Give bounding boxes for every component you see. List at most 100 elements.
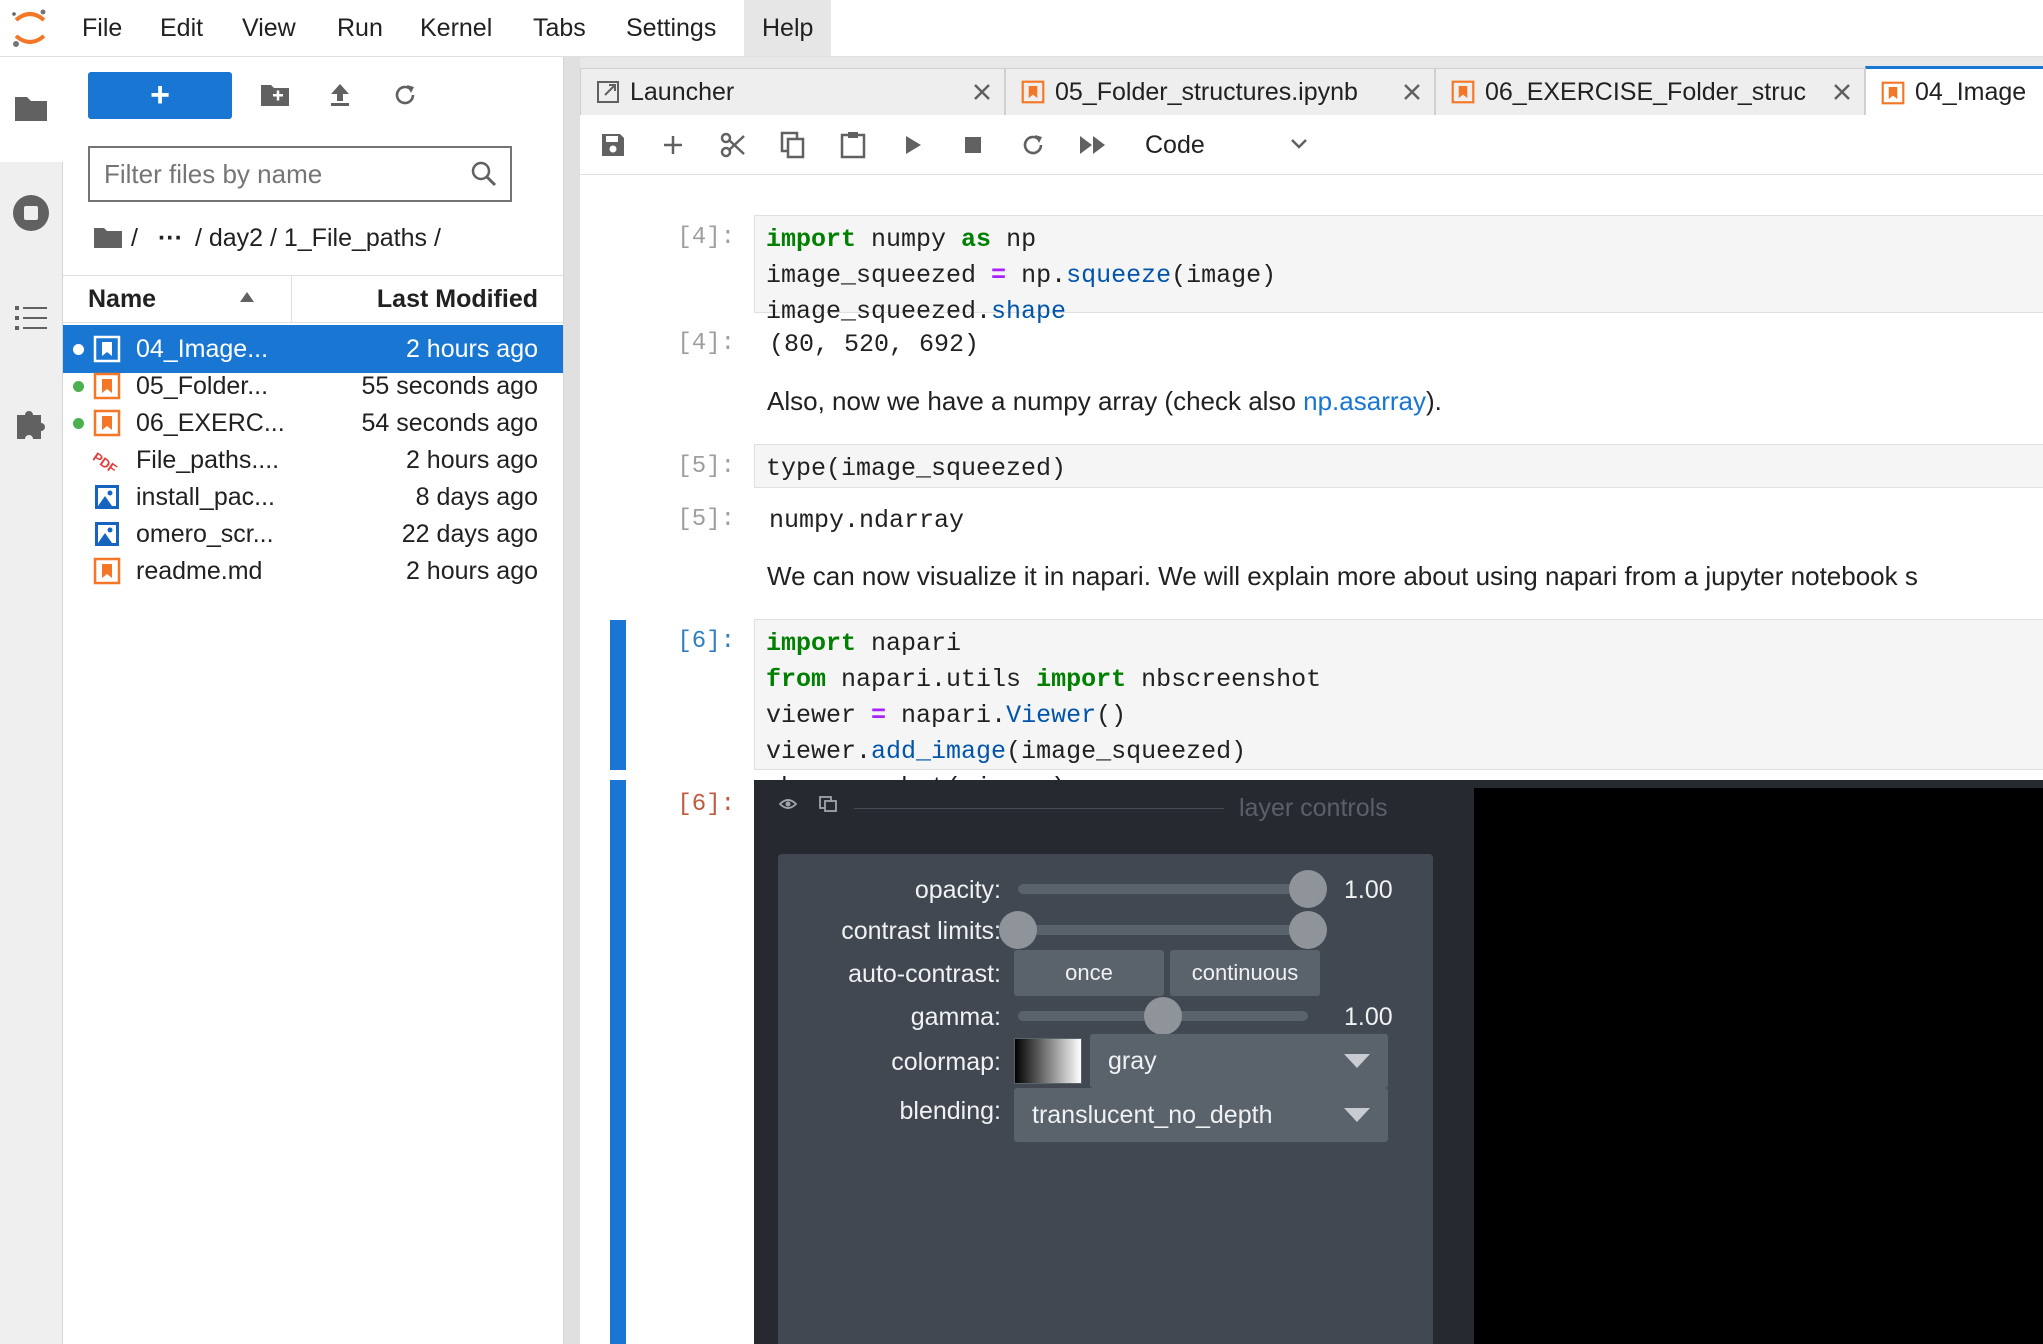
tab-06-exercise[interactable]: 06_EXERCISE_Folder_struc [1435,68,1865,115]
tab-05-folder-structures[interactable]: 05_Folder_structures.ipynb [1005,68,1435,115]
launcher-icon [597,81,619,103]
column-last-modified[interactable]: Last Modified [377,276,538,322]
file-modified: 2 hours ago [405,557,538,585]
close-icon[interactable] [1402,82,1422,102]
panel-splitter[interactable] [564,57,580,1344]
code-line: import numpy as np [766,225,1037,254]
tab-04-image[interactable]: 04_Image [1865,66,2043,116]
close-icon[interactable] [1832,82,1852,102]
contrast-limits-label: contrast limits: [841,917,1001,945]
save-icon [602,134,624,156]
auto-contrast-continuous-button[interactable]: continuous [1170,950,1320,996]
menu-edit[interactable]: Edit [142,0,221,56]
output-prompt: [5]: [677,506,735,533]
fast-forward-icon [1080,136,1105,154]
gamma-label: gamma: [910,1003,1001,1031]
new-folder-icon [261,85,289,106]
colormap-dropdown[interactable]: gray [1090,1034,1388,1088]
contrast-limits-slider[interactable] [1018,925,1308,935]
eye-icon [778,799,798,809]
copy-button[interactable] [775,127,811,163]
code-line: from napari.utils import nbscreenshot [766,665,1322,694]
main-area: Launcher 05_Folder_structures.ipynb 06_E… [580,57,2043,1344]
file-list-header: Name Last Modified [63,275,563,323]
layer-controls-header: layer controls [754,780,1474,836]
column-name[interactable]: Name [88,276,156,322]
insert-cell-button[interactable] [655,127,691,163]
plus-icon: + [150,76,170,114]
input-prompt: [4]: [677,224,735,251]
gamma-slider-handle[interactable] [1144,997,1182,1035]
cut-button[interactable] [715,127,751,163]
auto-contrast-label: auto-contrast: [848,960,1001,988]
cell-type-dropdown[interactable]: Code [1145,125,1325,165]
interrupt-button[interactable] [955,127,991,163]
jupyter-logo [8,6,52,50]
menu-bar: File Edit View Run Kernel Tabs Settings … [0,0,2043,57]
paste-button[interactable] [835,127,871,163]
file-browser: + / ··· / day2 / 1_File_paths / Name Las… [63,57,564,1344]
auto-contrast-once-button[interactable]: once [1014,950,1164,996]
menu-run[interactable]: Run [319,0,401,56]
file-name: readme.md [136,557,263,585]
contrast-low-handle[interactable] [999,911,1037,949]
close-icon[interactable] [972,82,992,102]
colormap-preview [1014,1038,1082,1084]
folder-home-icon[interactable] [93,226,123,250]
tab-label: Launcher [630,77,735,106]
menu-tabs[interactable]: Tabs [515,0,604,56]
save-button[interactable] [595,127,631,163]
duplicate-icon [819,796,837,812]
new-launcher-button[interactable]: + [88,72,232,119]
menu-kernel[interactable]: Kernel [402,0,510,56]
tab-bar: Launcher 05_Folder_structures.ipynb 06_E… [580,57,2043,116]
file-row-readme[interactable]: readme.md 2 hours ago [63,547,563,595]
refresh-icon [395,85,415,105]
opacity-slider-handle[interactable] [1289,870,1327,908]
upload-button[interactable] [320,75,360,115]
breadcrumb-path[interactable]: / day2 / 1_File_paths / [195,224,441,253]
code-cell-input[interactable]: type(image_squeezed) [754,444,2043,488]
upload-icon [331,84,349,106]
gamma-value: 1.00 [1344,1003,1393,1031]
notebook-icon [1021,80,1045,104]
notebook-content[interactable]: [4]: import numpy as np image_squeezed =… [580,175,2043,1344]
menu-help[interactable]: Help [744,0,832,56]
colormap-value: gray [1108,1046,1157,1075]
notebook-icon [93,409,121,437]
menu-file[interactable]: File [64,0,140,56]
np-asarray-link[interactable]: np.asarray [1303,386,1426,416]
active-output-bar [610,780,626,1344]
column-divider[interactable] [291,276,292,322]
restart-run-all-button[interactable] [1075,127,1111,163]
tab-launcher[interactable]: Launcher [580,68,1005,115]
code-cell-input[interactable]: import numpy as np image_squeezed = np.s… [754,215,2043,326]
image-icon [95,522,119,546]
sort-ascending-icon [240,292,254,302]
refresh-button[interactable] [385,75,425,115]
new-folder-button[interactable] [255,75,295,115]
contrast-high-handle[interactable] [1289,911,1327,949]
table-of-contents-icon[interactable] [10,297,52,339]
cell-type-value: Code [1145,131,1205,159]
breadcrumb-root[interactable]: / [131,224,138,253]
stop-icon [965,137,981,153]
filter-input[interactable] [104,148,454,200]
opacity-value: 1.00 [1344,876,1393,904]
markdown-cell: Also, now we have a numpy array (check a… [767,386,1442,416]
menu-view[interactable]: View [224,0,314,56]
folder-icon[interactable] [10,87,52,129]
run-button[interactable] [895,127,931,163]
running-sessions-icon[interactable] [10,192,52,234]
restart-button[interactable] [1015,127,1051,163]
running-dot [73,381,84,392]
blending-dropdown[interactable]: translucent_no_depth [1014,1088,1388,1142]
menu-settings[interactable]: Settings [608,0,734,56]
opacity-slider[interactable] [1018,884,1308,894]
extension-manager-icon[interactable] [10,402,52,444]
tab-label: 04_Image [1915,78,2027,106]
breadcrumb-ellipsis[interactable]: ··· [158,224,183,253]
code-cell-input[interactable]: import napari from napari.utils import n… [754,619,2043,802]
image-icon [95,485,119,509]
chevron-down-icon [1291,139,1307,149]
